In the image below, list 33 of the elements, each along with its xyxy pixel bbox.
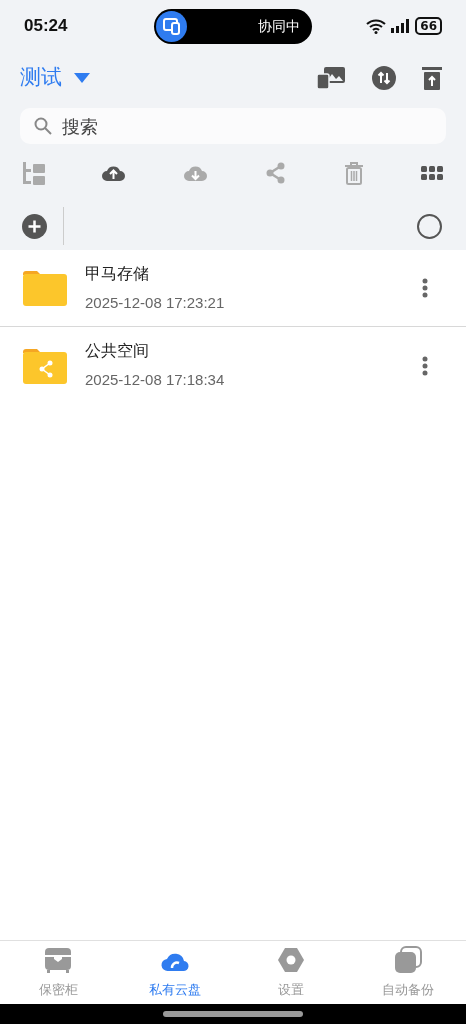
- status-time: 05:24: [24, 15, 68, 38]
- nav-tab[interactable]: 设置: [233, 941, 350, 1004]
- workspace-dropdown[interactable]: 测试: [20, 62, 90, 94]
- signal-icon: [391, 19, 412, 33]
- wifi-icon: [365, 18, 388, 34]
- caret-icon: [74, 73, 90, 83]
- file-row[interactable]: 公共空间 2025-12-08 17:18:34: [0, 327, 466, 404]
- file-date: 2025-12-08 17:18:34: [85, 370, 225, 391]
- activity-text: 协同中: [258, 17, 300, 36]
- gallery-icon[interactable]: [316, 66, 346, 90]
- transfer-icon[interactable]: [372, 66, 396, 90]
- file-name: 甲马存储: [85, 262, 150, 285]
- nav-tab[interactable]: 私有云盘: [116, 941, 233, 1004]
- settings-icon: [277, 945, 306, 974]
- more-icon[interactable]: [422, 278, 428, 298]
- add-icon[interactable]: [22, 213, 47, 239]
- backup-icon: [393, 945, 422, 974]
- file-name: 公共空间: [85, 340, 150, 363]
- devices-icon: [156, 11, 187, 42]
- battery-indicator: 66: [415, 17, 442, 35]
- vault-icon: [44, 945, 73, 974]
- activity-pill[interactable]: 协同中: [154, 9, 312, 44]
- file-row[interactable]: 甲马存储 2025-12-08 17:23:21: [0, 250, 466, 327]
- select-all-checkbox[interactable]: [417, 213, 442, 239]
- nav-tab[interactable]: 保密柜: [0, 941, 117, 1004]
- search-icon: [34, 117, 52, 135]
- nav-tab[interactable]: 自动备份: [349, 941, 466, 1004]
- file-date: 2025-12-08 17:23:21: [85, 292, 225, 313]
- search-field[interactable]: 搜索: [20, 108, 446, 144]
- more-icon[interactable]: [422, 355, 428, 376]
- shared-folder-icon: [23, 347, 67, 384]
- trash-restore-icon[interactable]: [422, 66, 442, 90]
- folder-icon: [23, 270, 67, 306]
